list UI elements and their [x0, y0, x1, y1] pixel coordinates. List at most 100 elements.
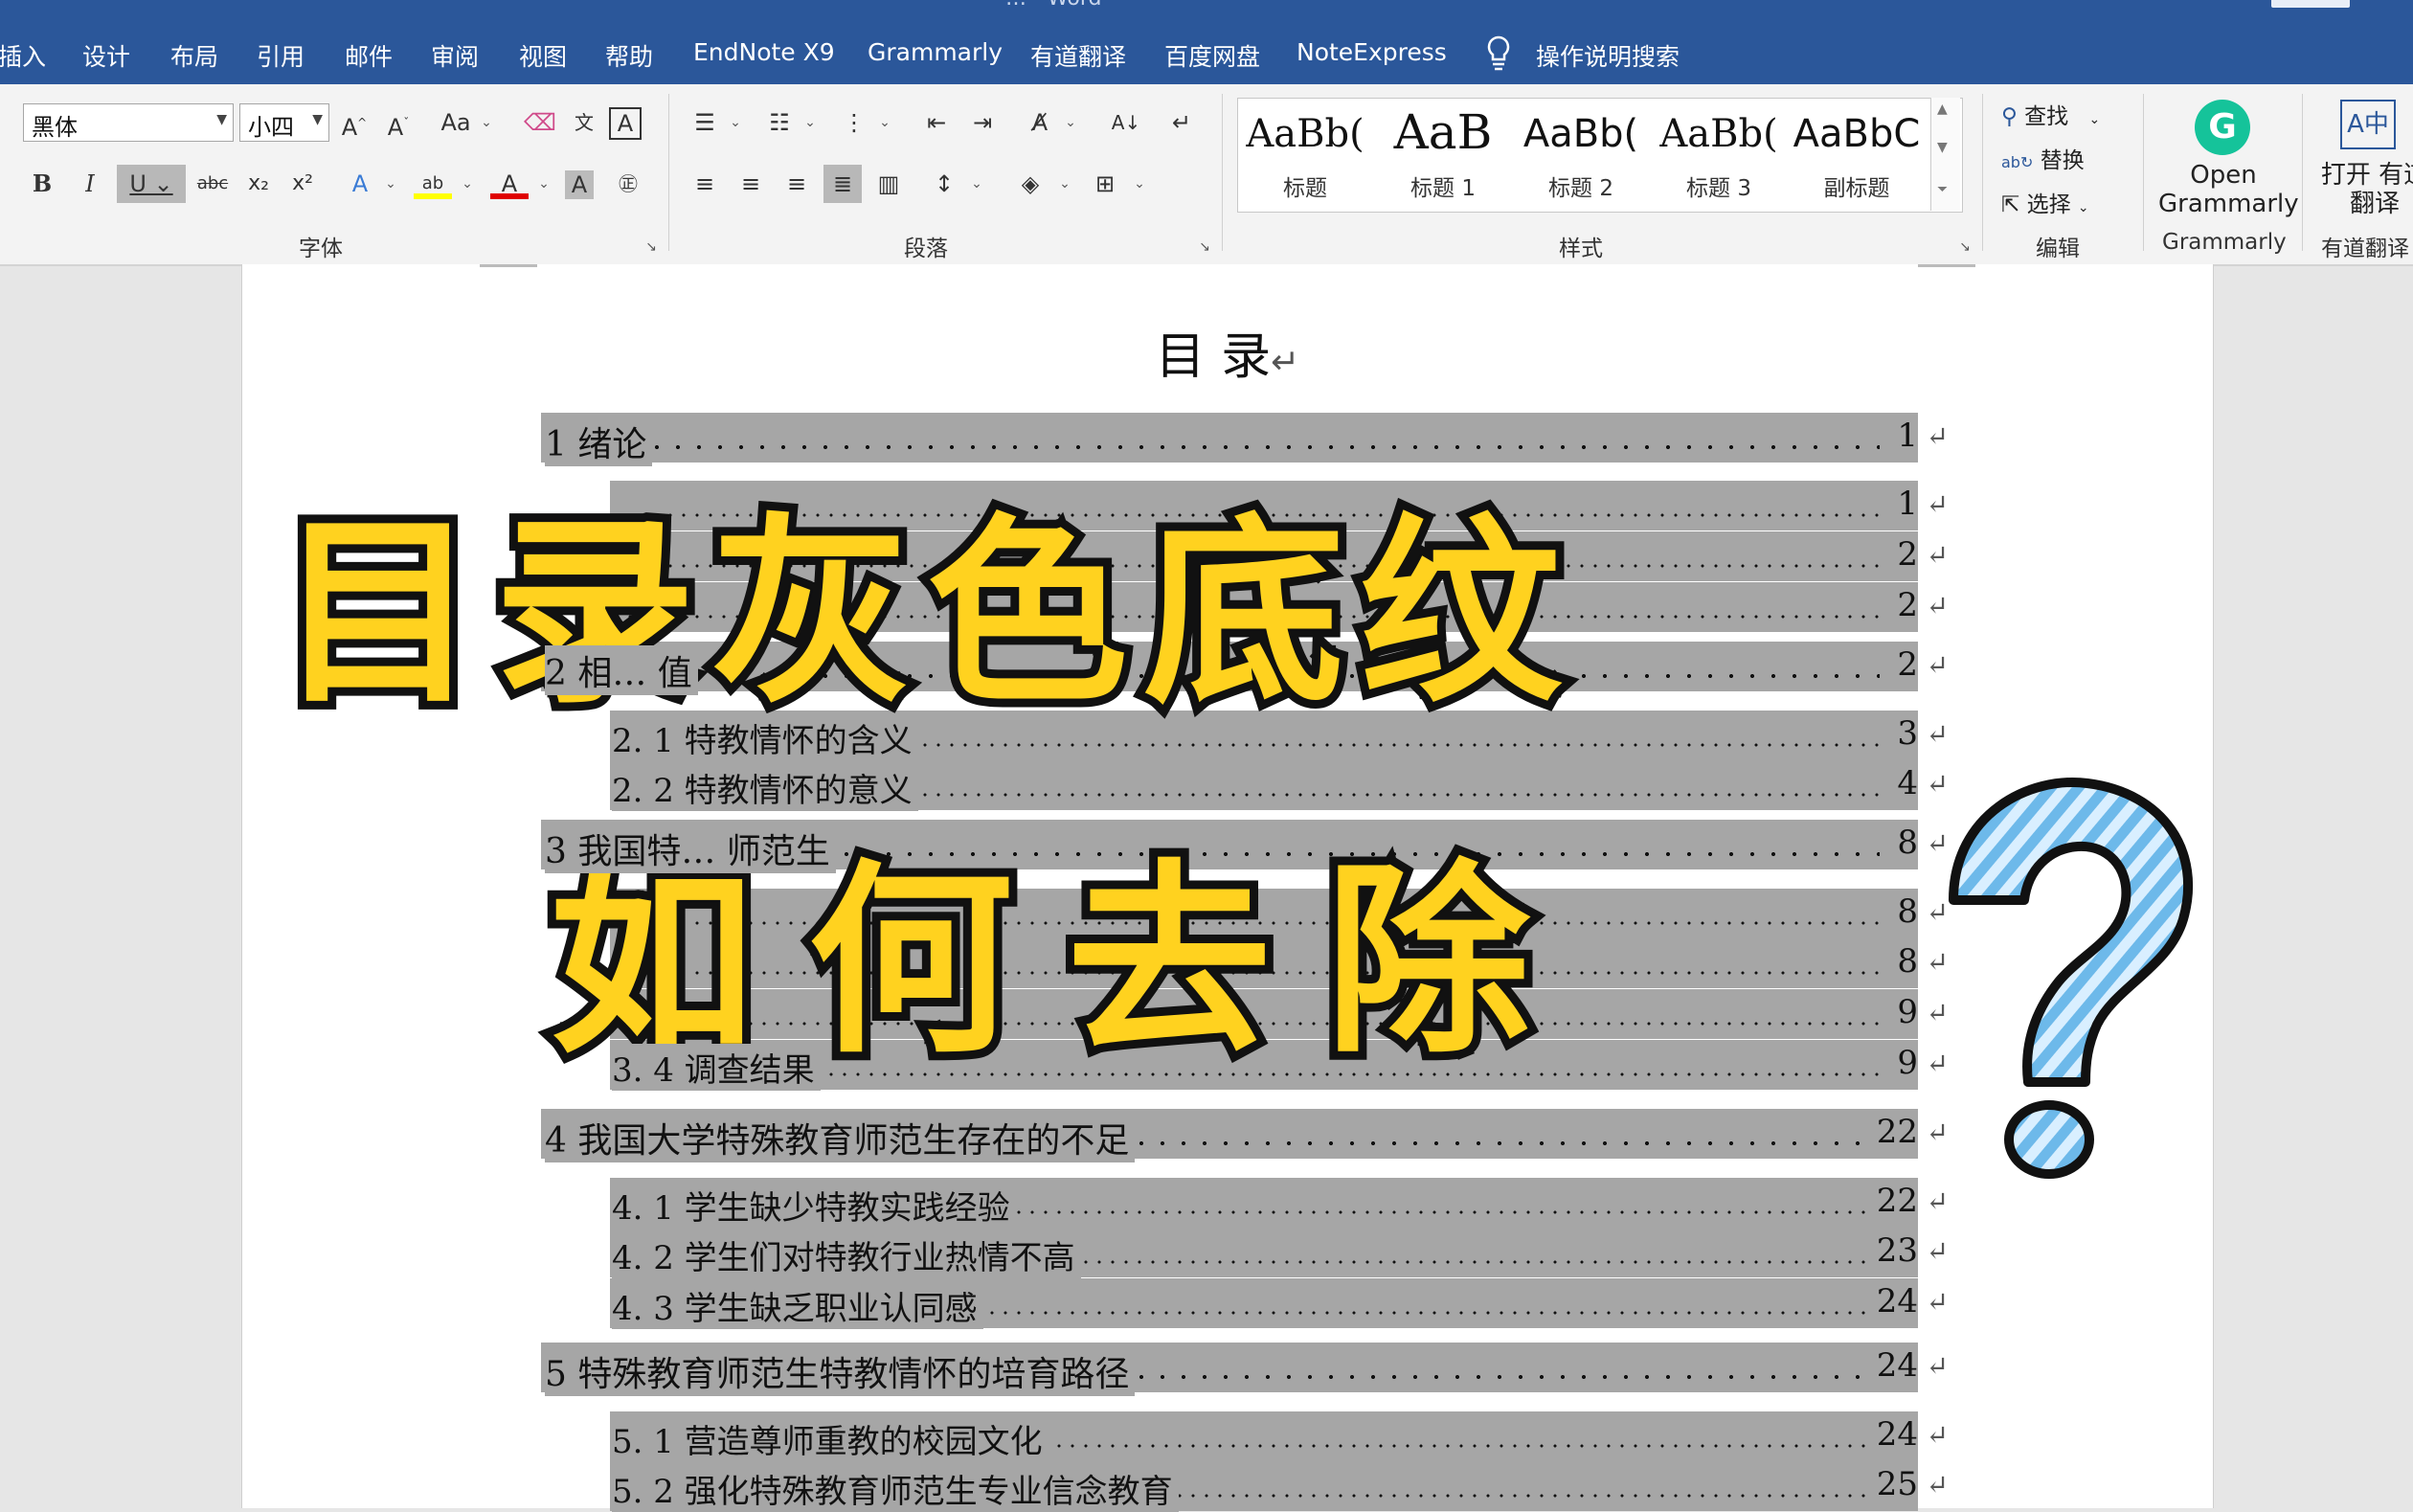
decrease-indent-icon[interactable]: ⇤ [917, 103, 956, 142]
tab-design[interactable]: 设计 [82, 38, 130, 73]
toc-page-number: 9 [1891, 1044, 1918, 1082]
tab-references[interactable]: 引用 [257, 38, 304, 73]
grammarly-logo-icon[interactable]: G [2195, 100, 2250, 155]
toc-entry[interactable]: 5. 2 强化特殊教育师范生专业信念教育 25 ↵ [610, 1461, 1949, 1512]
style-name: 标题 1 [1410, 176, 1476, 201]
char-border-icon[interactable]: A [609, 107, 642, 140]
chevron-down-icon[interactable]: ⌄ [1063, 103, 1078, 142]
font-color-icon[interactable]: A [490, 165, 529, 199]
highlight-icon[interactable]: ab [414, 165, 452, 199]
style-title[interactable]: AaBb( 标题 [1238, 99, 1372, 210]
tab-baidu[interactable]: 百度网盘 [1164, 38, 1260, 73]
toc-entry[interactable]: 5. 1 营造尊师重教的校园文化 24 ↵ [610, 1411, 1949, 1462]
text-effects-icon[interactable]: A [341, 165, 379, 203]
tab-view[interactable]: 视图 [519, 38, 567, 73]
sort-icon[interactable]: A↓ [1107, 103, 1145, 142]
open-grammarly-button[interactable]: Open Grammarly [2158, 161, 2299, 218]
phonetic-guide-icon[interactable]: 文 [565, 103, 603, 142]
italic-icon[interactable]: I [71, 165, 109, 203]
tab-youdao[interactable]: 有道翻译 [1030, 38, 1126, 73]
chevron-down-icon[interactable]: ⌄ [728, 103, 743, 142]
strikethrough-icon[interactable]: abc [193, 165, 232, 203]
multilevel-list-icon[interactable]: ⋮ [835, 103, 873, 142]
group-divider [1982, 94, 1983, 251]
change-case-icon[interactable]: Aa [437, 103, 475, 142]
toc-page-number: 25 [1870, 1465, 1918, 1503]
distributed-icon[interactable]: ▥ [869, 165, 908, 203]
chevron-down-icon[interactable]: ⌄ [969, 165, 984, 203]
borders-icon[interactable]: ⊞ [1086, 165, 1124, 203]
underline-button[interactable]: U ⌄ [117, 165, 186, 203]
toc-entry-text: 2 相… 值 [545, 645, 698, 695]
tell-me-search[interactable]: 操作说明搜索 [1536, 38, 1680, 73]
chevron-down-icon[interactable]: ⌄ [479, 103, 494, 142]
translate-icon[interactable]: A中 [2340, 100, 2396, 149]
shrink-font-icon[interactable]: Aˇ [379, 103, 417, 142]
show-marks-icon[interactable]: ↵ [1162, 103, 1201, 142]
chevron-down-icon[interactable]: ⌄ [802, 103, 818, 142]
select-button[interactable]: ⇱ 选择 ⌄ [2001, 186, 2089, 218]
chevron-down-icon[interactable]: ⌄ [877, 103, 892, 142]
toc-entry[interactable]: 4. 3 学生缺乏职业认同感 24 ↵ [610, 1278, 1949, 1329]
chevron-down-icon[interactable]: ⌄ [1132, 165, 1147, 203]
dialog-launcher-icon[interactable]: ↘ [643, 228, 659, 266]
scroll-up-icon[interactable]: ▲ [1937, 102, 1948, 117]
style-preview: AaBb( [1246, 112, 1364, 156]
window-control-button[interactable] [2271, 0, 2350, 8]
bullets-icon[interactable]: ☰ [686, 103, 724, 142]
dialog-launcher-icon[interactable]: ↘ [1957, 228, 1973, 266]
toc-entry[interactable]: 5 特殊教育师范生特教情怀的培育路径 24 ↵ [541, 1343, 1949, 1396]
margin-marker [1918, 264, 1975, 267]
shading-icon[interactable]: ◈ [1011, 165, 1049, 203]
line-spacing-icon[interactable]: ↕ [925, 165, 963, 203]
paragraph-mark-icon: ↵ [1926, 1286, 1949, 1318]
font-name-combo[interactable]: 黑体 ▼ [23, 103, 234, 142]
tab-review[interactable]: 审阅 [431, 38, 479, 73]
numbering-icon[interactable]: ☷ [760, 103, 799, 142]
paragraph-mark-icon: ↵ [1271, 343, 1300, 382]
replace-button[interactable]: ab↻ 替换 [2001, 142, 2085, 174]
char-shading-icon[interactable]: A [565, 170, 594, 199]
tab-insert[interactable]: 插入 [0, 38, 46, 73]
tab-help[interactable]: 帮助 [605, 38, 653, 73]
style-heading-2[interactable]: AaBb( 标题 2 [1514, 99, 1648, 210]
style-heading-1[interactable]: AaB 标题 1 [1376, 99, 1510, 210]
tab-noteexpress[interactable]: NoteExpress [1297, 38, 1447, 66]
more-styles-icon[interactable]: ⏷ [1937, 182, 1948, 197]
align-center-icon[interactable]: ≡ [732, 165, 770, 203]
toc-entry[interactable]: 4. 2 学生们对特教行业热情不高 23 ↵ [610, 1228, 1949, 1278]
grow-font-icon[interactable]: A^ [335, 103, 373, 142]
chevron-down-icon[interactable]: ⌄ [1057, 165, 1072, 203]
align-right-icon[interactable]: ≡ [778, 165, 816, 203]
justify-icon[interactable]: ≣ [823, 165, 862, 203]
subscript-icon[interactable]: x₂ [239, 165, 278, 203]
tab-mailings[interactable]: 邮件 [345, 38, 393, 73]
increase-indent-icon[interactable]: ⇥ [963, 103, 1002, 142]
superscript-icon[interactable]: x² [283, 165, 322, 203]
bold-icon[interactable]: B [23, 165, 61, 203]
toc-entry[interactable]: 4 我国大学特殊教育师范生存在的不足 22 ↵ [541, 1109, 1949, 1162]
paragraph-mark-icon: ↵ [1926, 1235, 1949, 1267]
text-direction-icon[interactable]: A̸ [1021, 103, 1059, 142]
toc-entry[interactable]: 4. 1 学生缺少特教实践经验 22 ↵ [610, 1178, 1949, 1229]
style-subtitle[interactable]: AaBbC 副标题 [1790, 99, 1924, 210]
dialog-launcher-icon[interactable]: ↘ [1197, 228, 1212, 266]
tab-layout[interactable]: 布局 [170, 38, 218, 73]
tab-grammarly[interactable]: Grammarly [868, 38, 1003, 66]
chevron-down-icon[interactable]: ⌄ [536, 165, 552, 203]
scroll-down-icon[interactable]: ▼ [1937, 140, 1948, 155]
style-preview: AaBb( [1659, 112, 1778, 156]
align-left-icon[interactable]: ≡ [686, 165, 724, 203]
style-heading-3[interactable]: AaBb( 标题 3 [1652, 99, 1786, 210]
open-youdao-button[interactable]: 打开 有道翻译 [2317, 161, 2413, 218]
chevron-down-icon[interactable]: ⌄ [460, 165, 475, 203]
toc-entry-text: 4. 3 学生缺乏职业认同感 [612, 1282, 983, 1329]
enclose-char-icon[interactable]: ㊣ [609, 165, 647, 203]
clear-format-icon[interactable]: ⌫ [521, 103, 559, 142]
chevron-down-icon[interactable]: ⌄ [383, 165, 398, 203]
styles-scrollbar[interactable]: ▲ ▼ ⏷ [1930, 98, 1960, 211]
tab-endnote[interactable]: EndNote X9 [693, 38, 835, 66]
font-size-combo[interactable]: 小四 ▼ [239, 103, 329, 142]
find-button[interactable]: ⚲ 查找 ⌄ [2001, 98, 2100, 130]
window-title: … - Word [1005, 0, 1101, 11]
